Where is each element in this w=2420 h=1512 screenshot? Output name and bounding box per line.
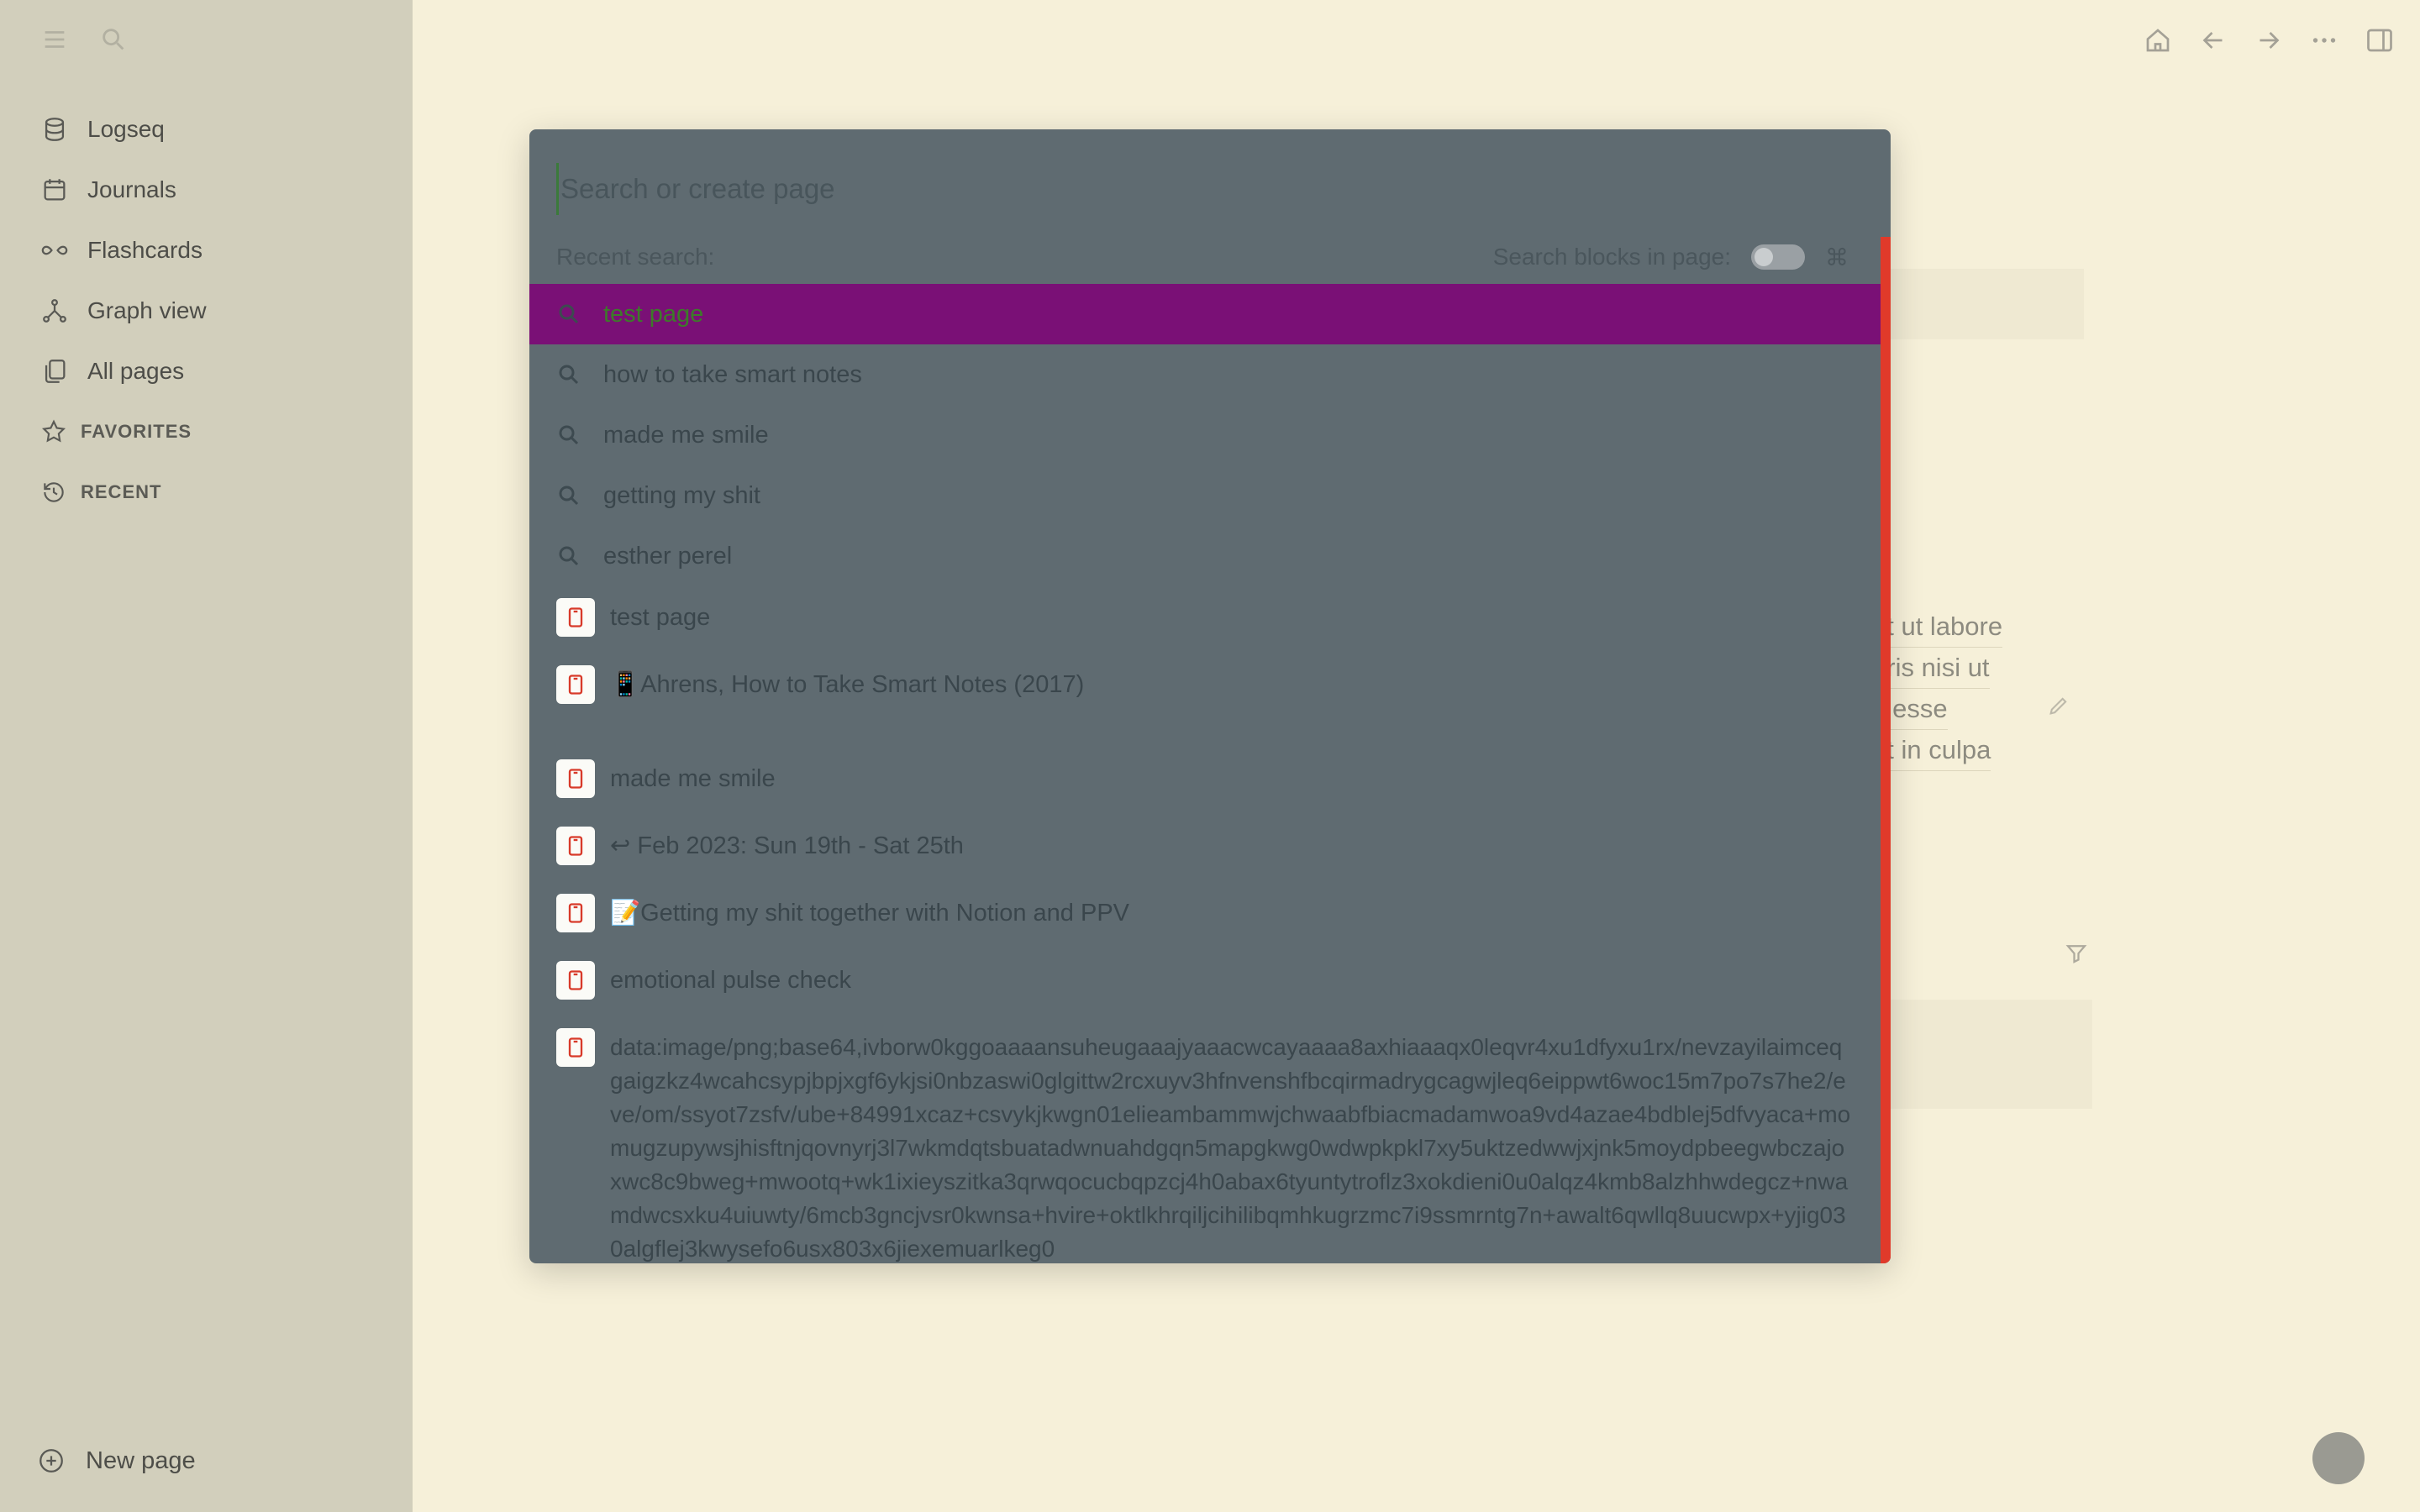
background-line: nt ut labore [1872, 606, 2003, 648]
more-icon[interactable] [2309, 25, 2339, 55]
page-icon [556, 894, 595, 932]
search-icon[interactable] [99, 25, 128, 54]
page-icon [556, 598, 595, 637]
sidebar-item-label: Journals [87, 176, 176, 202]
background-page-text: nt ut labore oris nisi ut it esse nt in … [1872, 606, 2003, 771]
right-sidebar-toggle-icon[interactable] [2365, 25, 2395, 55]
search-results-list: test page how to take smart notes made m… [529, 284, 1881, 1263]
plus-circle-icon [37, 1446, 66, 1475]
infinity-icon [40, 236, 69, 265]
search-blocks-toggle[interactable] [1751, 244, 1805, 270]
results-scrollbar[interactable] [1881, 237, 1891, 1263]
sidebar-item-label: Graph view [87, 297, 207, 323]
result-label: made me smile [603, 421, 769, 449]
result-label: esther perel [603, 542, 733, 570]
sidebar-item-logseq[interactable]: Logseq [40, 99, 393, 160]
recent-search-item[interactable]: getting my shit [529, 465, 1881, 526]
recent-page-item[interactable]: 📱Ahrens, How to Take Smart Notes (2017) [529, 654, 1881, 748]
result-label: getting my shit [603, 481, 760, 509]
help-button[interactable] [2312, 1432, 2365, 1484]
new-page-label: New page [86, 1446, 196, 1474]
result-label: data:image/png;base64,ivborw0kggoaaaansu… [610, 1034, 1851, 1262]
recent-search-item[interactable]: test page [529, 284, 1881, 344]
result-label: 📱Ahrens, How to Take Smart Notes (2017) [610, 671, 1085, 698]
recent-search-item[interactable]: esther perel [529, 526, 1881, 586]
sidebar-item-journals[interactable]: Journals [40, 160, 393, 220]
arrow-right-icon[interactable] [2254, 25, 2284, 55]
filter-icon[interactable] [2064, 941, 2089, 966]
search-icon [559, 304, 579, 324]
graph-icon [40, 297, 69, 325]
recent-page-item[interactable]: data:image/png;base64,ivborw0kggoaaaansu… [529, 1016, 1881, 1263]
sidebar-item-graph-view[interactable]: Graph view [40, 281, 393, 341]
recent-heading: RECENT [81, 481, 162, 502]
pages-icon [40, 357, 69, 386]
page-icon [556, 1028, 595, 1067]
edit-pencil-icon[interactable] [2047, 694, 2070, 717]
recent-page-item[interactable]: test page [529, 586, 1881, 654]
page-icon [556, 759, 595, 798]
search-icon [559, 486, 579, 506]
favorites-heading: FAVORITES [81, 421, 192, 442]
sidebar-item-flashcards[interactable]: Flashcards [40, 220, 393, 281]
search-meta-row: Recent search: Search blocks in page: ⌘ [556, 239, 1849, 276]
page-icon [556, 961, 595, 1000]
recent-page-item[interactable]: ↩ Feb 2023: Sun 19th - Sat 25th [529, 815, 1881, 882]
star-icon [40, 418, 67, 445]
search-modal: Recent search: Search blocks in page: ⌘ … [529, 129, 1891, 1263]
result-label: test page [610, 604, 711, 631]
top-toolbar [2143, 25, 2395, 55]
database-icon [40, 115, 69, 144]
sidebar-section-favorites[interactable]: FAVORITES [40, 402, 393, 462]
search-icon [559, 546, 579, 566]
new-page-button[interactable]: New page [37, 1446, 196, 1475]
history-icon [40, 479, 67, 506]
search-icon [559, 425, 579, 445]
result-label: test page [603, 300, 704, 328]
result-label: made me smile [610, 765, 776, 792]
recent-search-item[interactable]: how to take smart notes [529, 344, 1881, 405]
sidebar-item-label: Logseq [87, 116, 165, 142]
blocks-toggle-label: Search blocks in page: [1492, 244, 1731, 270]
command-icon: ⌘ [1825, 244, 1849, 270]
sidebar-item-label: Flashcards [87, 237, 203, 263]
search-icon [559, 365, 579, 385]
search-options: Search blocks in page: ⌘ [1493, 244, 1849, 271]
recent-search-item[interactable]: made me smile [529, 405, 1881, 465]
search-input[interactable] [556, 163, 1823, 215]
calendar-icon [40, 176, 69, 204]
page-icon [556, 665, 595, 704]
result-label: ↩ Feb 2023: Sun 19th - Sat 25th [610, 832, 964, 859]
sidebar-item-all-pages[interactable]: All pages [40, 341, 393, 402]
sidebar-item-label: All pages [87, 358, 185, 384]
result-label: how to take smart notes [603, 360, 862, 388]
arrow-left-icon[interactable] [2198, 25, 2228, 55]
sidebar-nav: Logseq Journals Flashcards Graph view Al… [40, 99, 393, 522]
recent-page-item[interactable]: 📝Getting my shit together with Notion an… [529, 882, 1881, 949]
recent-page-item[interactable]: made me smile [529, 748, 1881, 815]
home-icon[interactable] [2143, 25, 2173, 55]
result-label: emotional pulse check [610, 967, 851, 994]
menu-icon[interactable] [40, 25, 69, 54]
left-sidebar: Logseq Journals Flashcards Graph view Al… [0, 0, 413, 1512]
result-label: 📝Getting my shit together with Notion an… [610, 900, 1130, 927]
toggle-knob [1754, 248, 1773, 266]
recent-search-label: Recent search: [556, 244, 715, 270]
recent-page-item[interactable]: emotional pulse check [529, 949, 1881, 1016]
page-icon [556, 827, 595, 865]
sidebar-section-recent[interactable]: RECENT [40, 462, 393, 522]
sidebar-top-controls [40, 25, 128, 54]
